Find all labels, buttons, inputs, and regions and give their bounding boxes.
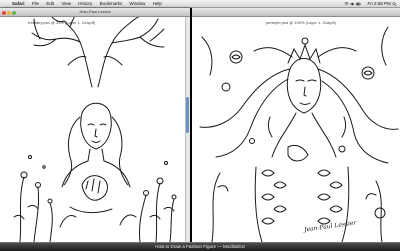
taskbar-title[interactable]: How to Draw a Fashion Figure — Mozilla/E… bbox=[155, 244, 245, 249]
menu-file[interactable]: File bbox=[32, 1, 39, 6]
tree-fairy-sketch bbox=[13, 17, 177, 242]
menu-bookmarks[interactable]: Bookmarks bbox=[100, 1, 123, 6]
menu-extras: Fri 2:58 PM bbox=[343, 0, 397, 7]
scroll-thumb[interactable] bbox=[186, 97, 189, 133]
close-button-icon[interactable] bbox=[2, 11, 6, 15]
menu-history[interactable]: History bbox=[78, 1, 92, 6]
spotlight-search-icon[interactable] bbox=[392, 2, 397, 6]
volume-icon[interactable] bbox=[350, 2, 355, 6]
minimize-button-icon[interactable] bbox=[7, 11, 11, 15]
wifi-icon[interactable] bbox=[343, 2, 349, 6]
menu-app-name[interactable]: Safari bbox=[12, 1, 25, 6]
tree-fairy-canvas[interactable] bbox=[0, 17, 190, 242]
right-window-titlebar[interactable] bbox=[192, 8, 400, 17]
left-document-window: Jean-Paul Lessier treefairy.psd @ 33% (L… bbox=[0, 8, 190, 242]
menu-view[interactable]: View bbox=[61, 1, 71, 6]
left-window-title: Jean-Paul Lessier bbox=[78, 9, 112, 14]
left-window-titlebar[interactable]: Jean-Paul Lessier bbox=[0, 8, 190, 17]
zoom-button-icon[interactable] bbox=[12, 11, 16, 15]
menu-edit[interactable]: Edit bbox=[46, 1, 54, 6]
persephone-sketch bbox=[199, 26, 399, 242]
window-controls bbox=[2, 10, 17, 16]
menu-window[interactable]: Window bbox=[129, 1, 145, 6]
menu-help[interactable]: Help bbox=[153, 1, 162, 6]
menu-bar: Safari File Edit View History Bookmarks … bbox=[0, 0, 400, 8]
battery-icon[interactable] bbox=[356, 2, 361, 6]
menu-clock[interactable]: Fri 2:58 PM bbox=[367, 1, 390, 6]
persephone-canvas[interactable]: Jean-Paul Lessier bbox=[192, 17, 400, 242]
left-window-scrollbar[interactable] bbox=[185, 17, 190, 242]
menu-list: Safari File Edit View History Bookmarks … bbox=[12, 0, 168, 7]
right-document-window: perseph.psd @ 100% (Layer 1, Gray/8) Jea… bbox=[192, 8, 400, 242]
